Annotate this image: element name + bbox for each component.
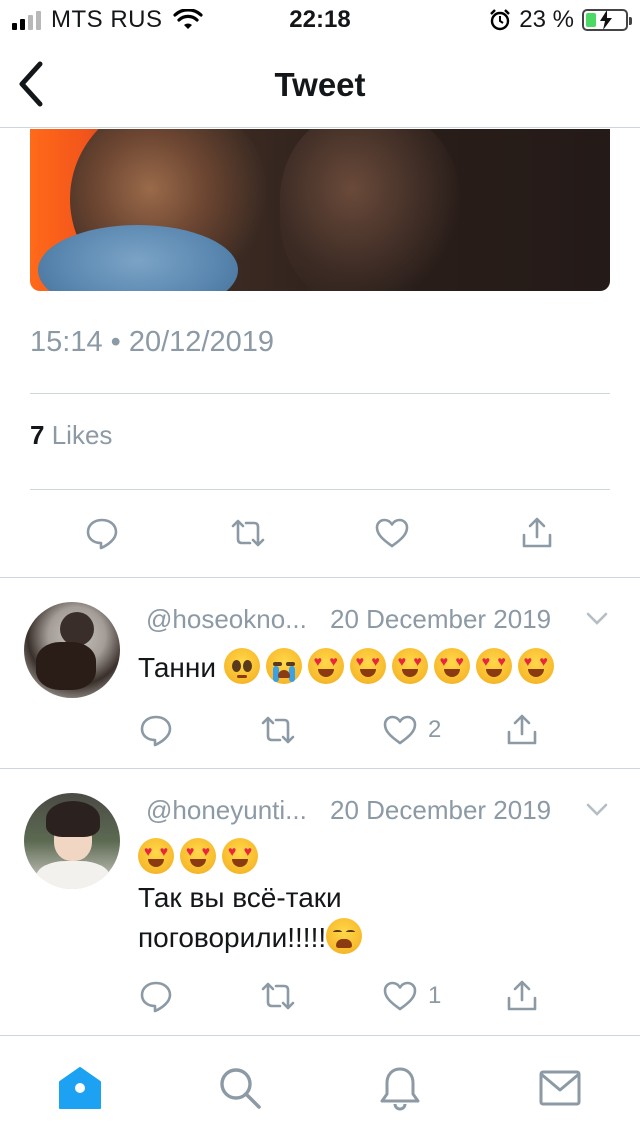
share-icon (507, 714, 537, 745)
reply-date: 20 December 2019 (330, 795, 552, 825)
share-button[interactable] (504, 978, 540, 1014)
heart-eyes-emoji (222, 838, 258, 874)
reply-button[interactable] (84, 515, 120, 551)
battery-charging-icon (582, 9, 632, 31)
notifications-icon (380, 1067, 420, 1111)
tab-home[interactable] (56, 1064, 104, 1112)
reply-text-line-2-wrap: поговорили!!!!! (138, 918, 598, 958)
retweet-icon (261, 716, 295, 744)
divider (30, 393, 610, 394)
divider (30, 489, 610, 490)
share-button[interactable] (504, 712, 540, 748)
divider (0, 768, 640, 769)
reply-icon (86, 518, 118, 550)
like-count: 2 (428, 716, 442, 743)
like-count: 1 (428, 982, 442, 1009)
reply-handle[interactable]: @hoseokno... (146, 604, 307, 634)
reply-text-line-2: поговорили!!!!! (138, 922, 327, 953)
like-icon (375, 518, 409, 548)
reply-button[interactable] (138, 712, 174, 748)
heart-eyes-emoji (138, 838, 174, 874)
tab-messages[interactable] (536, 1064, 584, 1112)
reply-button[interactable] (138, 978, 174, 1014)
retweet-button[interactable] (230, 515, 266, 551)
status-bar: MTS RUS 22:18 23 % (0, 0, 640, 40)
search-icon (220, 1068, 261, 1109)
reply-text-line-1: Так вы всё-таки (138, 882, 342, 913)
reply-icon (140, 981, 172, 1013)
reply-icon (140, 715, 172, 747)
home-icon (59, 1067, 101, 1109)
reply-date: 20 December 2019 (330, 604, 552, 634)
heart-eyes-emoji (349, 648, 386, 684)
tab-bar (0, 1035, 640, 1136)
heart-eyes-emoji (391, 648, 428, 684)
like-button[interactable]: 1 (382, 978, 441, 1014)
reply-emoji-line (138, 838, 598, 878)
heart-eyes-emoji (433, 648, 470, 684)
pleading-face-emoji (223, 648, 260, 684)
avatar[interactable] (24, 602, 120, 698)
chevron-down-icon[interactable] (584, 606, 610, 632)
battery-percent: 23 % (519, 6, 574, 33)
reply-text: Так вы всё-таки поговорили!!!!! (138, 838, 598, 958)
reply-meta: @honeyunti... 20 December 2019 (146, 795, 551, 826)
chevron-down-icon[interactable] (584, 797, 610, 823)
tab-search[interactable] (216, 1064, 264, 1112)
likes-count: 7 (30, 420, 45, 450)
avatar[interactable] (24, 793, 120, 889)
like-icon (383, 715, 417, 745)
status-right: 23 % (489, 6, 632, 34)
share-icon (507, 980, 537, 1011)
reply-handle[interactable]: @honeyunti... (146, 795, 307, 825)
share-icon (522, 517, 552, 548)
likes-link[interactable]: 7 Likes (30, 420, 112, 451)
alarm-icon (490, 9, 511, 31)
like-icon (383, 981, 417, 1011)
tweet-media-image[interactable] (30, 129, 610, 291)
heart-eyes-emoji (307, 648, 344, 684)
messages-icon (539, 1070, 581, 1106)
reply-text: Танни (138, 648, 598, 688)
reply-meta: @hoseokno... 20 December 2019 (146, 604, 551, 635)
heart-eyes-emoji (180, 838, 216, 874)
reply-text-word: Танни (138, 652, 216, 683)
tweet-timestamp: 15:14 • 20/12/2019 (30, 326, 274, 358)
weary-face-emoji (326, 918, 363, 954)
heart-eyes-emoji (475, 648, 512, 684)
retweet-button[interactable] (260, 712, 296, 748)
divider (0, 577, 640, 578)
likes-label: Likes (51, 420, 113, 450)
share-button[interactable] (519, 515, 555, 551)
nav-header: Tweet (0, 40, 640, 128)
tab-notifications[interactable] (376, 1064, 424, 1112)
like-button[interactable] (374, 515, 410, 551)
crying-face-emoji (265, 648, 302, 684)
heart-eyes-emoji (517, 648, 554, 684)
page-title: Tweet (274, 66, 366, 103)
retweet-icon (231, 519, 265, 547)
like-button[interactable]: 2 (382, 712, 441, 748)
retweet-button[interactable] (260, 978, 296, 1014)
retweet-icon (261, 982, 295, 1010)
